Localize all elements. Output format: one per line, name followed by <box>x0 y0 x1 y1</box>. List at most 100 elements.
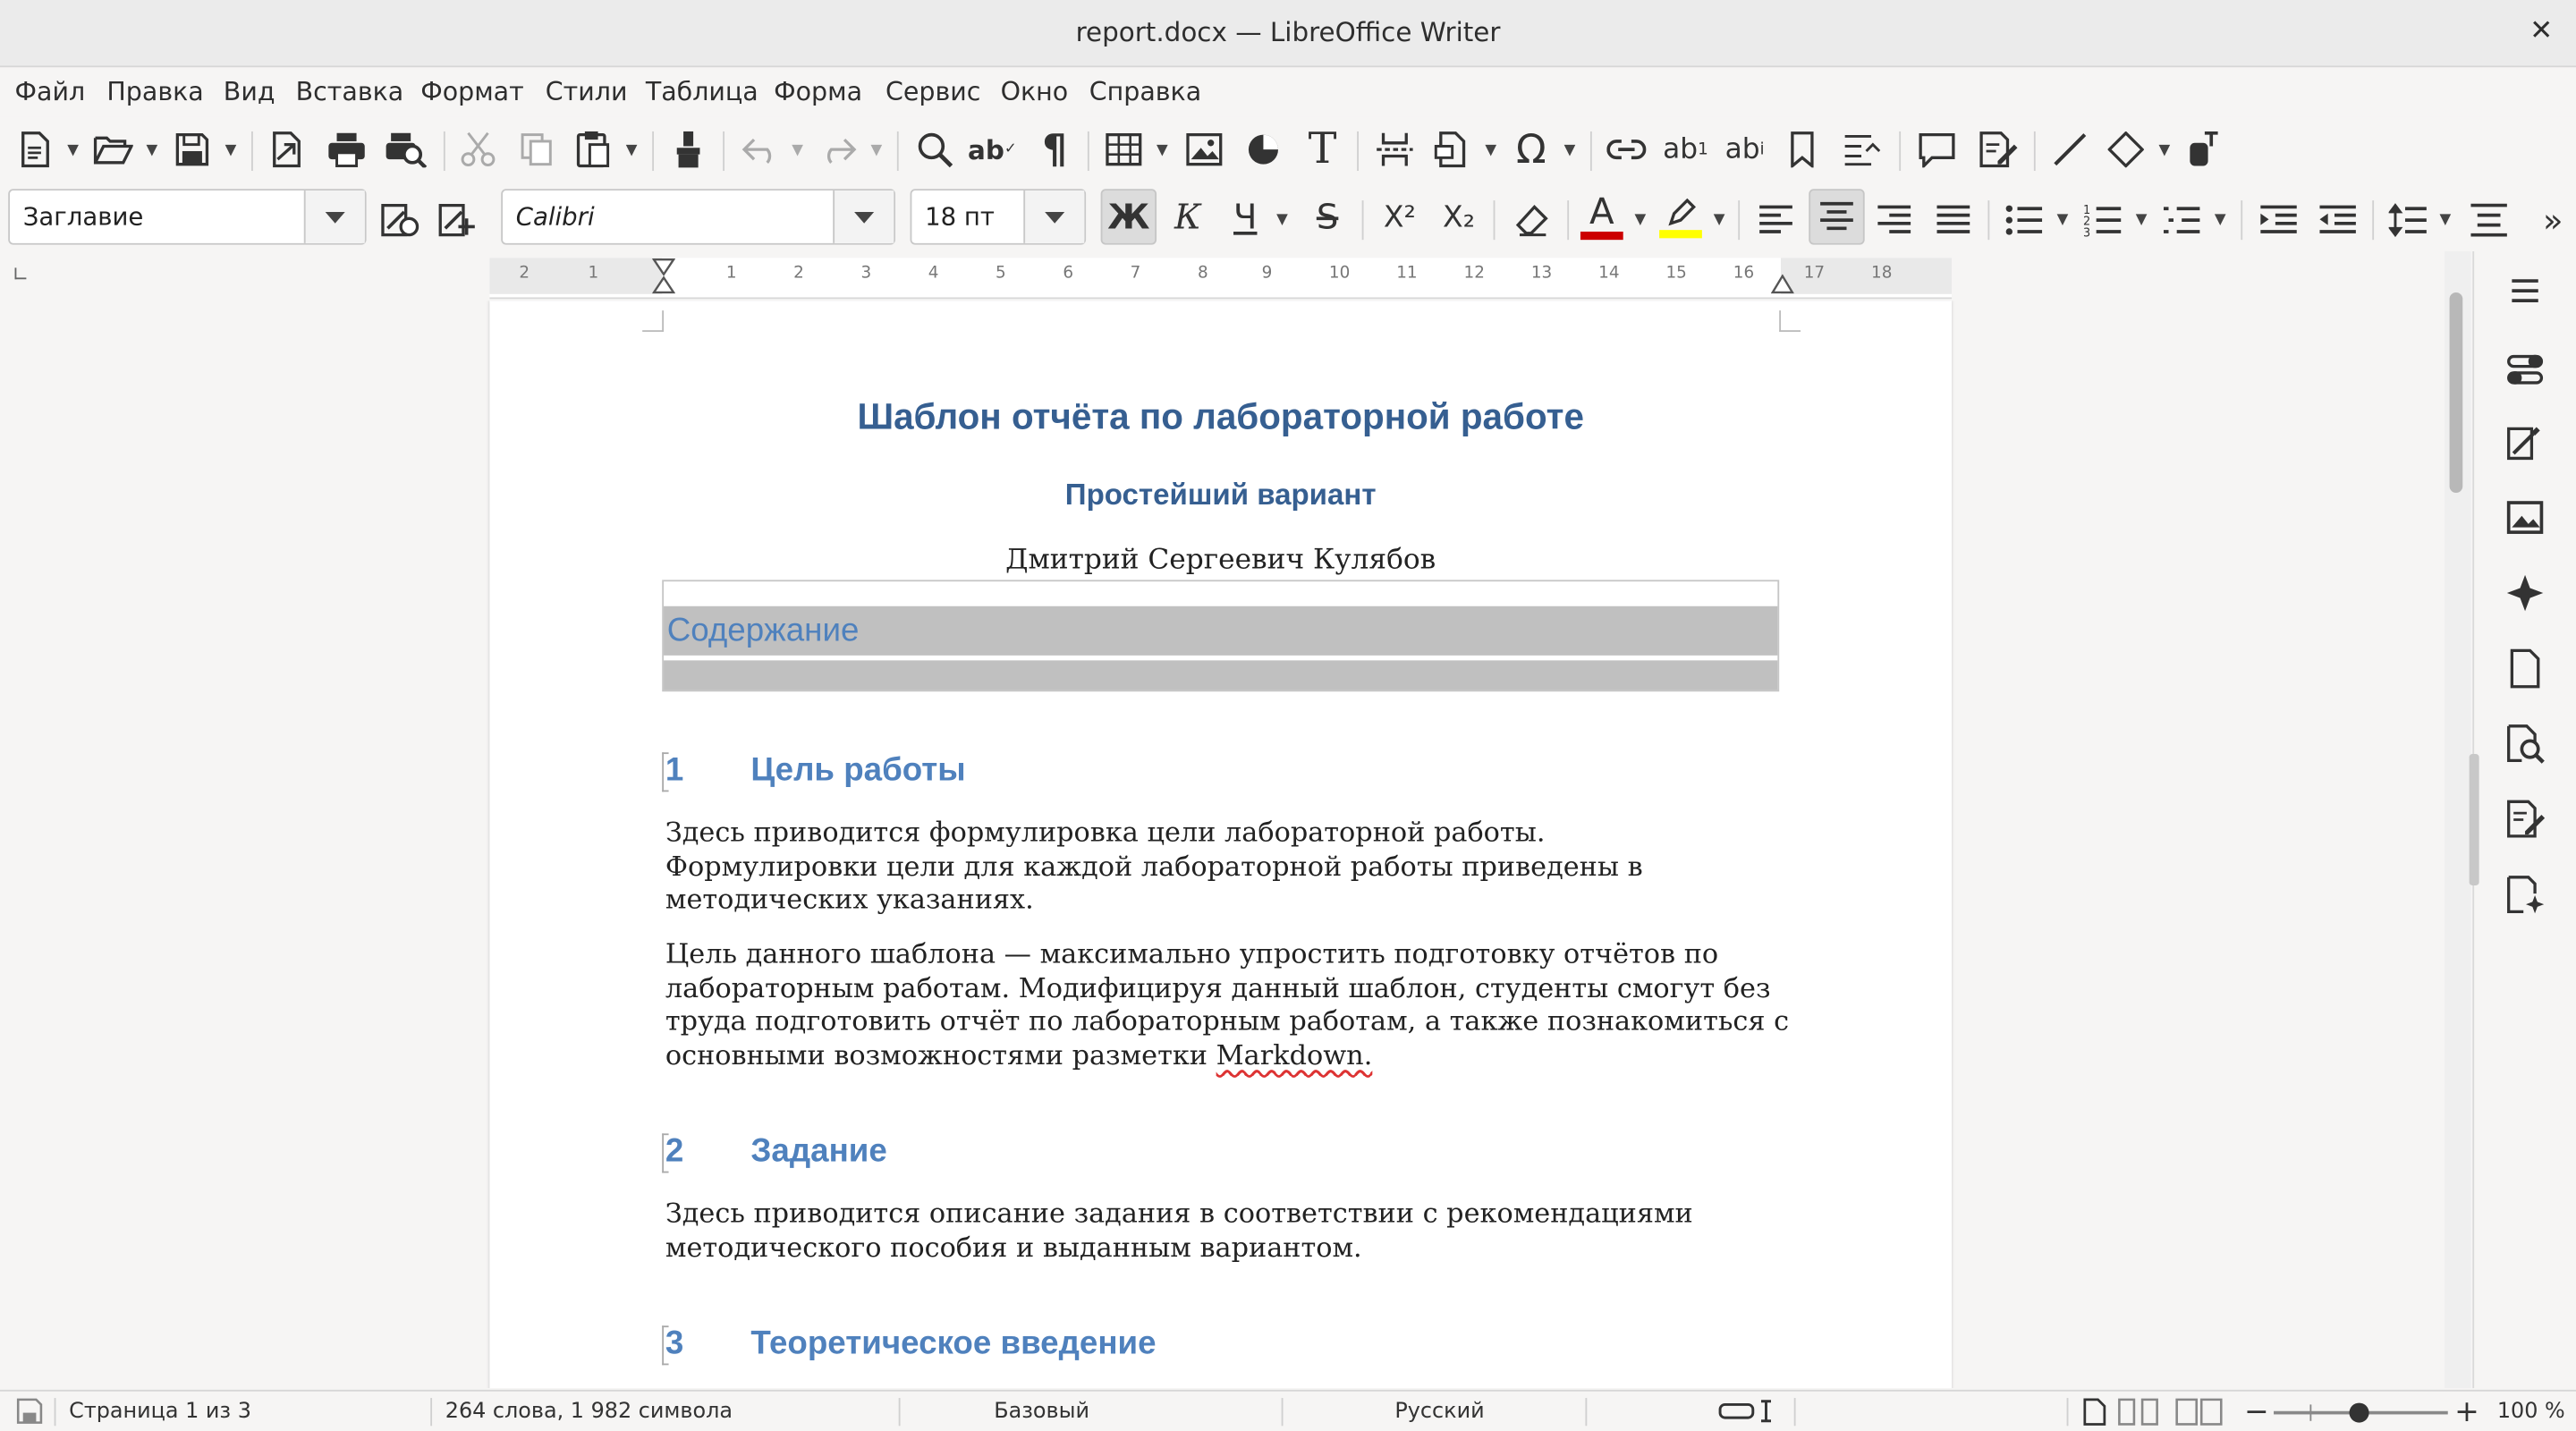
zoom-level[interactable]: 100 % <box>2497 1400 2565 1425</box>
sidebar-collapse-handle[interactable] <box>2469 754 2479 885</box>
chevron-down-icon[interactable]: ▼ <box>225 143 237 159</box>
copy-icon[interactable] <box>516 118 559 181</box>
menu-tools[interactable]: Сервис <box>886 77 980 106</box>
scrollbar-thumb[interactable] <box>2449 292 2463 494</box>
chevron-down-icon[interactable]: ▼ <box>626 143 638 159</box>
footnote-icon[interactable]: ab 1 <box>1663 118 1708 181</box>
outline-list-icon[interactable] <box>2158 189 2204 251</box>
chevron-down-icon[interactable]: ▼ <box>870 143 882 159</box>
highlight-color-icon[interactable] <box>1656 186 1705 249</box>
book-view-icon[interactable] <box>2175 1398 2224 1426</box>
paragraph[interactable]: Цель данного шаблона — максимально упрос… <box>665 938 1799 1073</box>
chevron-down-icon[interactable] <box>1023 191 1085 243</box>
redo-icon[interactable] <box>817 118 860 181</box>
chevron-down-icon[interactable]: ▼ <box>1157 143 1168 159</box>
design-icon[interactable] <box>2499 869 2552 922</box>
page-count[interactable]: Страница 1 из 3 <box>69 1400 251 1425</box>
multi-page-view-icon[interactable] <box>2118 1398 2164 1426</box>
clear-formatting-icon[interactable] <box>1508 189 1557 251</box>
cross-reference-icon[interactable] <box>1840 118 1885 181</box>
document-page[interactable]: Шаблон отчёта по лабораторной работе Про… <box>489 301 1953 1389</box>
chevron-down-icon[interactable]: ▼ <box>67 143 79 159</box>
numbered-list-icon[interactable]: 123 <box>2080 189 2125 251</box>
bullet-list-icon[interactable] <box>2001 189 2046 251</box>
draw-functions-icon[interactable] <box>2185 118 2228 181</box>
gallery-icon[interactable] <box>2499 491 2552 544</box>
insert-text-box-icon[interactable]: T <box>1300 118 1345 181</box>
sidebar-menu-icon[interactable] <box>2499 265 2552 318</box>
style-inspector-icon[interactable] <box>2499 718 2552 771</box>
print-preview-icon[interactable] <box>383 118 428 181</box>
menu-help[interactable]: Справка <box>1089 77 1201 106</box>
styles-icon[interactable] <box>2499 418 2552 470</box>
menu-format[interactable]: Формат <box>420 77 524 106</box>
chevron-down-icon[interactable]: ▼ <box>146 143 157 159</box>
bold-button[interactable]: Ж <box>1100 189 1157 245</box>
subscript-button[interactable]: X₂ <box>1431 189 1487 244</box>
decrease-indent-icon[interactable] <box>2313 189 2362 251</box>
paragraph-spacing-icon[interactable] <box>2464 189 2513 251</box>
line-spacing-icon[interactable] <box>2384 189 2433 251</box>
align-center-button[interactable] <box>1809 189 1865 245</box>
open-folder-icon[interactable] <box>90 118 136 181</box>
align-left-icon[interactable] <box>1751 189 1801 251</box>
menu-table[interactable]: Таблица <box>646 77 758 106</box>
new-document-icon[interactable] <box>13 118 56 181</box>
document-canvas[interactable]: Шаблон отчёта по лабораторной работе Про… <box>0 301 2445 1389</box>
indent-marker-icon[interactable] <box>652 258 675 294</box>
chevron-down-icon[interactable]: ▼ <box>2057 212 2069 228</box>
zoom-out-button[interactable]: − <box>2244 1394 2269 1429</box>
insert-comment-icon[interactable] <box>1914 118 1960 181</box>
page-break-icon[interactable] <box>1372 118 1418 181</box>
toolbar-more-button[interactable]: » <box>2533 189 2572 251</box>
paste-icon[interactable] <box>572 118 614 181</box>
spelling-icon[interactable]: ab ✓ <box>968 118 1017 181</box>
formatting-marks-icon[interactable]: ¶ <box>1033 118 1076 181</box>
update-style-icon[interactable] <box>377 189 420 251</box>
find-replace-icon[interactable] <box>913 118 956 181</box>
zoom-in-button[interactable]: + <box>2454 1394 2479 1429</box>
insert-image-icon[interactable] <box>1182 118 1225 181</box>
cut-icon[interactable] <box>457 118 500 181</box>
zoom-slider-thumb[interactable] <box>2349 1402 2369 1423</box>
chevron-down-icon[interactable]: ▼ <box>1276 212 1288 228</box>
paragraph[interactable]: Здесь приводится формулировка цели лабор… <box>665 817 1684 918</box>
paragraph[interactable]: Здесь приводится описание задания в соот… <box>665 1198 1717 1265</box>
chevron-down-icon[interactable]: ▼ <box>2215 212 2226 228</box>
chevron-down-icon[interactable] <box>833 191 894 243</box>
menu-view[interactable]: Вид <box>224 77 275 106</box>
document-subtitle[interactable]: Простейший вариант <box>489 478 1952 512</box>
tab-type-selector[interactable] <box>14 267 27 280</box>
menu-insert[interactable]: Вставка <box>296 77 404 106</box>
font-size-combo[interactable]: 18 пт <box>910 189 1087 245</box>
menu-file[interactable]: Файл <box>15 77 86 106</box>
document-title[interactable]: Шаблон отчёта по лабораторной работе <box>489 396 1952 439</box>
undo-icon[interactable] <box>740 118 783 181</box>
italic-button[interactable]: К <box>1160 189 1216 244</box>
chevron-down-icon[interactable]: ▼ <box>2158 143 2170 159</box>
insert-table-icon[interactable] <box>1102 118 1145 181</box>
justify-icon[interactable] <box>1928 189 1978 251</box>
right-indent-marker-icon[interactable] <box>1771 274 1794 294</box>
page-icon[interactable] <box>2499 642 2552 695</box>
new-style-icon[interactable] <box>436 189 479 251</box>
menu-edit[interactable]: Правка <box>106 77 203 106</box>
insert-field-icon[interactable] <box>1431 118 1474 181</box>
basic-shapes-icon[interactable] <box>2105 118 2148 181</box>
menu-form[interactable]: Форма <box>774 77 862 106</box>
chevron-down-icon[interactable]: ▼ <box>1485 143 1496 159</box>
chevron-down-icon[interactable]: ▼ <box>1564 143 1576 159</box>
properties-icon[interactable] <box>2499 343 2552 396</box>
vertical-scrollbar[interactable] <box>2445 251 2471 1389</box>
increase-indent-icon[interactable] <box>2254 189 2303 251</box>
navigator-icon[interactable] <box>2499 567 2552 620</box>
single-page-view-icon[interactable] <box>2083 1398 2106 1426</box>
font-color-icon[interactable]: A <box>1577 186 1626 249</box>
save-icon[interactable] <box>171 118 214 181</box>
clone-formatting-icon[interactable] <box>667 118 710 181</box>
document-modified-icon[interactable] <box>16 1398 43 1424</box>
chevron-down-icon[interactable]: ▼ <box>1714 212 1725 228</box>
special-character-icon[interactable]: Ω <box>1508 118 1554 181</box>
strikethrough-button[interactable]: S <box>1300 189 1355 244</box>
endnote-icon[interactable]: ab i <box>1722 118 1767 181</box>
